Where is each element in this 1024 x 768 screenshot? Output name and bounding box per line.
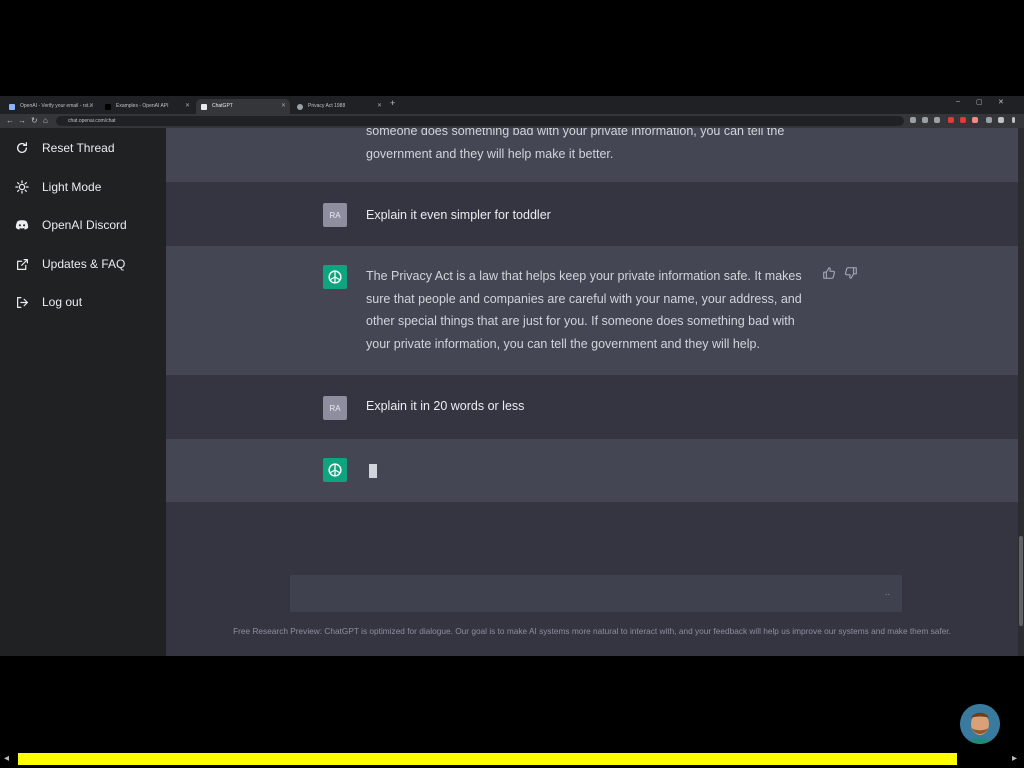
message-assistant-pending — [166, 439, 1018, 502]
sidebar-item-openai-discord[interactable]: OpenAI Discord — [14, 215, 127, 235]
sidebar-item-label: Reset Thread — [42, 141, 115, 155]
tab-title: ChatGPT — [212, 103, 233, 109]
user-message-text: Explain it even simpler for toddler — [366, 208, 551, 222]
globe-icon — [297, 104, 303, 110]
url-field[interactable]: chat.openai.com/chat — [56, 116, 904, 126]
minimize-button[interactable]: – — [956, 98, 960, 105]
sidebar-item-log-out[interactable]: Log out — [14, 292, 82, 312]
sidebar-item-reset-thread[interactable]: Reset Thread — [14, 138, 115, 158]
message-user: RA Explain it even simpler for toddler — [166, 182, 1018, 246]
forward-button[interactable]: → — [18, 116, 26, 125]
tab-chatgpt[interactable]: ChatGPT ✕ — [196, 99, 290, 114]
scrollbar[interactable] — [1018, 128, 1024, 656]
refresh-icon — [14, 140, 30, 156]
presenter-webcam — [960, 704, 1000, 744]
footer-disclaimer: Free Research Preview: ChatGPT is optimi… — [233, 626, 951, 636]
sidebar-item-updates-faq[interactable]: Updates & FAQ — [14, 254, 125, 274]
reload-button[interactable]: ↻ — [31, 116, 38, 125]
user-message-text: Explain it in 20 words or less — [366, 399, 525, 413]
tab-title: Privacy Act 1988 — [308, 103, 346, 109]
close-tab-icon[interactable]: ✕ — [185, 99, 190, 114]
tab-title: Examples - OpenAI API — [116, 103, 169, 109]
user-avatar: RA — [323, 203, 347, 227]
discord-icon — [14, 217, 30, 233]
sidebar-item-label: Log out — [42, 295, 83, 309]
video-progress-bar[interactable] — [18, 753, 1006, 765]
chatgpt-favicon-icon — [201, 104, 207, 110]
star-icon[interactable] — [934, 117, 940, 123]
sidebar-item-light-mode[interactable]: Light Mode — [14, 177, 101, 197]
search-icon[interactable] — [910, 117, 916, 123]
video-progress-fill — [18, 753, 957, 765]
share-icon[interactable] — [922, 117, 928, 123]
maximize-button[interactable]: ▢ — [976, 98, 983, 106]
typing-cursor — [369, 464, 377, 478]
openai-favicon-icon — [9, 104, 15, 110]
chatgpt-logo-icon — [323, 265, 347, 289]
openai-favicon-icon — [105, 104, 111, 110]
tab-examples[interactable]: Examples - OpenAI API ✕ — [100, 99, 194, 114]
close-tab-icon[interactable]: ✕ — [377, 99, 382, 114]
back-button[interactable]: ← — [6, 116, 14, 125]
feedback-buttons — [822, 266, 858, 285]
browser-window: OpenAI - Verify your email - rst... ✕ Ex… — [0, 96, 1024, 656]
close-tab-icon[interactable]: ✕ — [89, 99, 94, 114]
tab-privacy-act[interactable]: Privacy Act 1988 ✕ — [292, 99, 386, 114]
tab-openai-verify[interactable]: OpenAI - Verify your email - rst... ✕ — [4, 99, 98, 114]
address-bar-row: ← → ↻ ⌂ chat.openai.com/chat — [0, 114, 1024, 128]
sidebar-toggle-icon[interactable] — [998, 117, 1004, 123]
sidebar: Reset Thread Light Mode OpenAI Discord U… — [0, 128, 166, 656]
external-link-icon — [14, 256, 30, 272]
sidebar-item-label: OpenAI Discord — [42, 218, 127, 232]
message-user: RA Explain it in 20 words or less — [166, 375, 1018, 439]
extensions-puzzle-icon[interactable] — [986, 117, 992, 123]
close-window-button[interactable]: ✕ — [998, 98, 1004, 106]
sidebar-item-label: Light Mode — [42, 180, 102, 194]
thumbs-up-icon[interactable] — [822, 266, 836, 285]
seek-forward-button[interactable]: ▸ — [1012, 753, 1017, 764]
extension-icon[interactable] — [948, 117, 954, 123]
sun-icon — [14, 179, 30, 195]
send-button[interactable]: .. — [885, 587, 890, 597]
logout-icon — [14, 294, 30, 310]
assistant-message-text: The Privacy Act is a law that helps keep… — [366, 269, 802, 351]
chat-main: someone does something bad with your pri… — [166, 128, 1018, 656]
tab-strip: OpenAI - Verify your email - rst... ✕ Ex… — [0, 96, 1024, 114]
assistant-message-text: someone does something bad with your pri… — [366, 128, 785, 161]
message-assistant-previous: someone does something bad with your pri… — [166, 128, 1018, 182]
extension-icon[interactable] — [972, 117, 978, 123]
sidebar-item-label: Updates & FAQ — [42, 257, 126, 271]
thumbs-down-icon[interactable] — [844, 266, 858, 285]
home-button[interactable]: ⌂ — [43, 116, 48, 125]
chatgpt-logo-icon — [323, 458, 347, 482]
extension-icon[interactable] — [960, 117, 966, 123]
prompt-input[interactable]: .. — [290, 575, 902, 612]
close-tab-icon[interactable]: ✕ — [281, 99, 286, 114]
scrollbar-thumb[interactable] — [1019, 536, 1023, 626]
menu-kebab-icon[interactable] — [1012, 117, 1015, 123]
new-tab-button[interactable]: + — [390, 98, 395, 108]
message-assistant: The Privacy Act is a law that helps keep… — [166, 246, 1018, 375]
tab-title: OpenAI - Verify your email - rst... — [20, 103, 93, 109]
user-avatar: RA — [323, 396, 347, 420]
seek-back-button[interactable]: ◂ — [4, 753, 9, 764]
